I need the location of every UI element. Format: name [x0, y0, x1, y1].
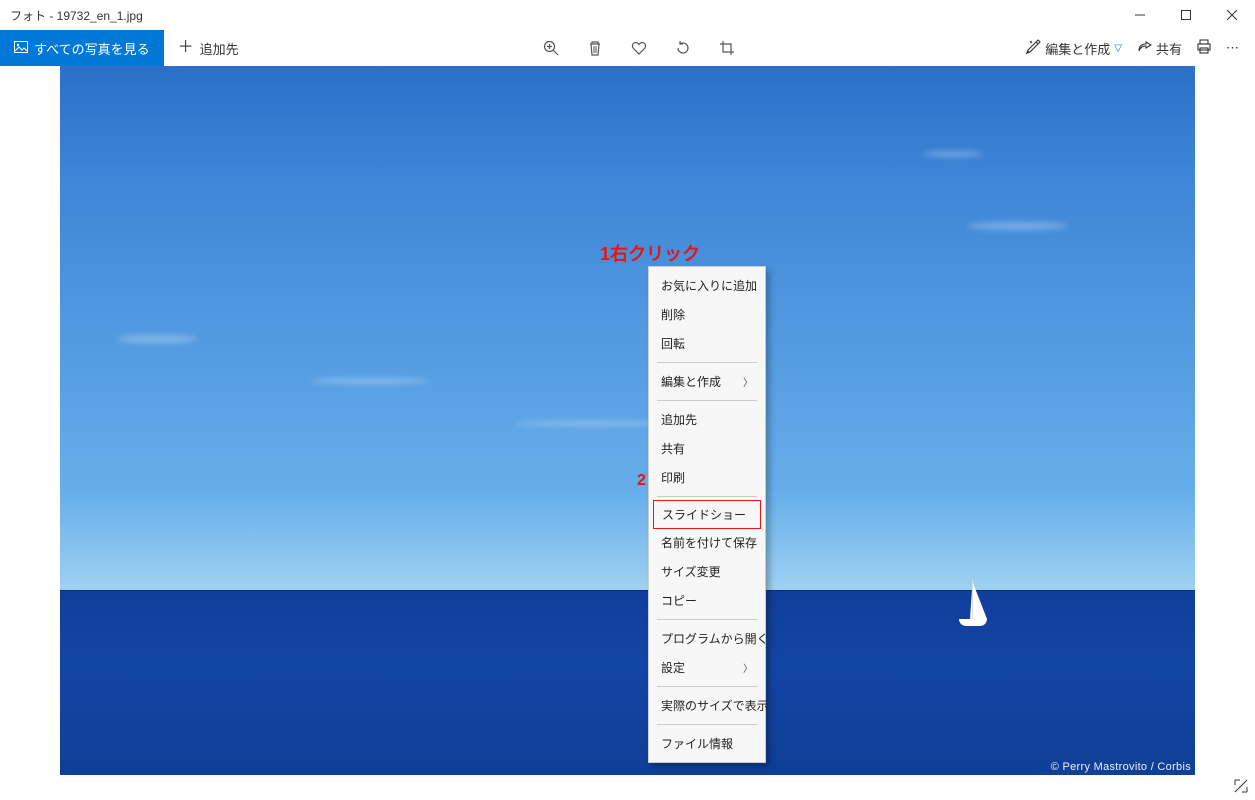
share-button[interactable]: 共有 — [1136, 39, 1182, 58]
image-icon — [14, 40, 28, 57]
see-all-photos-button[interactable]: すべての写真を見る — [0, 30, 164, 66]
menu-item-copy[interactable]: コピー — [649, 586, 765, 615]
edit-icon — [1025, 39, 1041, 58]
zoom-icon[interactable] — [542, 39, 560, 57]
minimize-button[interactable] — [1117, 0, 1163, 30]
share-icon — [1136, 39, 1152, 58]
favorite-icon[interactable] — [630, 39, 648, 57]
menu-item-slideshow-highlight: スライドショー — [653, 500, 761, 529]
menu-item-slideshow[interactable]: スライドショー — [654, 501, 760, 528]
menu-item-open-with[interactable]: プログラムから開く — [649, 624, 765, 653]
menu-item-add-favorite[interactable]: お気に入りに追加 — [649, 271, 765, 300]
image-viewport[interactable]: © Perry Mastrovito / Corbis — [60, 66, 1195, 775]
cloud — [968, 222, 1068, 230]
menu-item-share[interactable]: 共有 — [649, 434, 765, 463]
cloud — [514, 421, 664, 426]
add-to-button[interactable]: ＋ 追加先 — [164, 30, 253, 66]
menu-item-delete[interactable]: 削除 — [649, 300, 765, 329]
crop-icon[interactable] — [718, 39, 736, 57]
print-icon — [1196, 39, 1212, 58]
plus-icon: ＋ — [178, 40, 194, 56]
image-sea — [60, 591, 1195, 775]
context-menu: お気に入りに追加 削除 回転 編集と作成〉 追加先 共有 印刷 スライドショー … — [648, 266, 766, 763]
cloud — [923, 151, 983, 157]
cloud — [310, 378, 430, 384]
maximize-button[interactable] — [1163, 0, 1209, 30]
chevron-down-icon: ▽ — [1114, 43, 1122, 54]
share-label: 共有 — [1156, 39, 1182, 58]
menu-item-rotate[interactable]: 回転 — [649, 329, 765, 358]
window-title: フォト - 19732_en_1.jpg — [10, 7, 143, 24]
edit-create-label: 編集と作成 — [1045, 39, 1110, 58]
menu-item-settings[interactable]: 設定〉 — [649, 653, 765, 682]
add-to-label: 追加先 — [200, 39, 239, 58]
menu-item-edit-create[interactable]: 編集と作成〉 — [649, 367, 765, 396]
image-credit: © Perry Mastrovito / Corbis — [1051, 761, 1191, 773]
close-button[interactable] — [1209, 0, 1255, 30]
titlebar: フォト - 19732_en_1.jpg — [0, 0, 1255, 30]
toolbar: すべての写真を見る ＋ 追加先 編集と作成 ▽ — [0, 30, 1255, 66]
toolbar-right: 編集と作成 ▽ 共有 ⋯ — [1025, 30, 1255, 66]
menu-item-print[interactable]: 印刷 — [649, 463, 765, 492]
more-icon: ⋯ — [1226, 40, 1239, 56]
see-all-photos-label: すべての写真を見る — [34, 39, 150, 58]
menu-item-file-info[interactable]: ファイル情報 — [649, 729, 765, 758]
window-controls — [1117, 0, 1255, 30]
more-button[interactable]: ⋯ — [1226, 40, 1239, 56]
menu-item-save-as[interactable]: 名前を付けて保存 — [649, 528, 765, 557]
annotation-2: 2 — [637, 472, 646, 490]
sailboat — [955, 578, 991, 626]
print-button[interactable] — [1196, 39, 1212, 58]
menu-item-actual-size[interactable]: 実際のサイズで表示 — [649, 691, 765, 720]
toolbar-center — [253, 30, 1026, 66]
menu-item-add-to[interactable]: 追加先 — [649, 405, 765, 434]
delete-icon[interactable] — [586, 39, 604, 57]
rotate-icon[interactable] — [674, 39, 692, 57]
menu-item-resize[interactable]: サイズ変更 — [649, 557, 765, 586]
chevron-right-icon: 〉 — [743, 660, 753, 675]
annotation-1: 1右クリック — [600, 240, 700, 266]
edit-create-button[interactable]: 編集と作成 ▽ — [1025, 39, 1122, 58]
chevron-right-icon: 〉 — [743, 374, 753, 389]
resize-grip[interactable] — [1233, 778, 1249, 794]
toolbar-left: すべての写真を見る ＋ 追加先 — [0, 30, 253, 66]
